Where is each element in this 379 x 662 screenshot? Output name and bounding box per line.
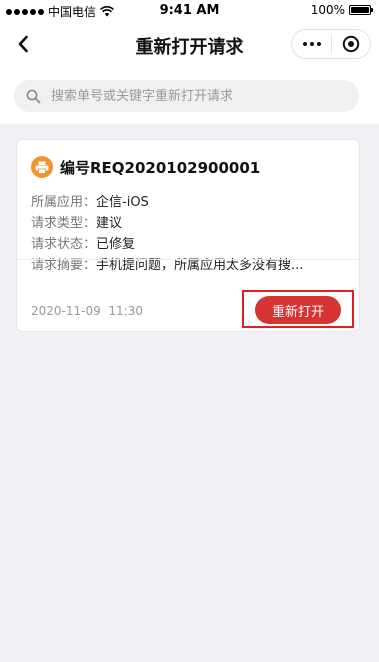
- info-label: 所属应用：: [31, 195, 97, 210]
- request-datetime: 2020-11-09 11:30: [31, 304, 143, 318]
- battery-icon: [349, 5, 373, 15]
- info-label: 请求类型：: [31, 216, 97, 231]
- reopen-button[interactable]: 重新打开: [255, 296, 341, 324]
- status-bar: 中国电信 9:41 AM 100%: [0, 0, 379, 22]
- more-dots-icon: [302, 42, 307, 46]
- battery-level: [351, 7, 369, 13]
- printer-icon: [31, 156, 53, 178]
- nav-bar: 重新打开请求: [0, 22, 379, 68]
- close-button[interactable]: [332, 30, 370, 58]
- mini-program-capsule: [291, 29, 371, 59]
- info-label: 请求状态：: [31, 237, 97, 252]
- info-row-type: 请求类型： 建议: [31, 213, 303, 234]
- info-row-app: 所属应用： 企信-iOS: [31, 192, 303, 213]
- info-value: 企信-iOS: [96, 195, 149, 210]
- more-button[interactable]: [292, 30, 331, 58]
- card-divider: [17, 259, 359, 260]
- battery-percent: 100%: [310, 3, 345, 17]
- card-header: 编号REQ2020102900001: [31, 156, 260, 178]
- request-number: 编号REQ2020102900001: [60, 158, 261, 177]
- search-area: [0, 68, 379, 124]
- search-box[interactable]: [14, 80, 359, 112]
- request-card[interactable]: 编号REQ2020102900001 所属应用： 企信-iOS 请求类型： 建议…: [16, 139, 360, 332]
- info-row-status: 请求状态： 已修复: [31, 234, 303, 255]
- search-icon: [25, 88, 41, 104]
- info-value: 已修复: [96, 237, 136, 252]
- target-circle-icon: [342, 35, 360, 53]
- request-info-list: 所属应用： 企信-iOS 请求类型： 建议 请求状态： 已修复 请求摘要： 手机…: [31, 192, 303, 276]
- status-right: 100%: [310, 3, 373, 17]
- info-value: 建议: [96, 216, 123, 231]
- search-input[interactable]: [49, 87, 343, 105]
